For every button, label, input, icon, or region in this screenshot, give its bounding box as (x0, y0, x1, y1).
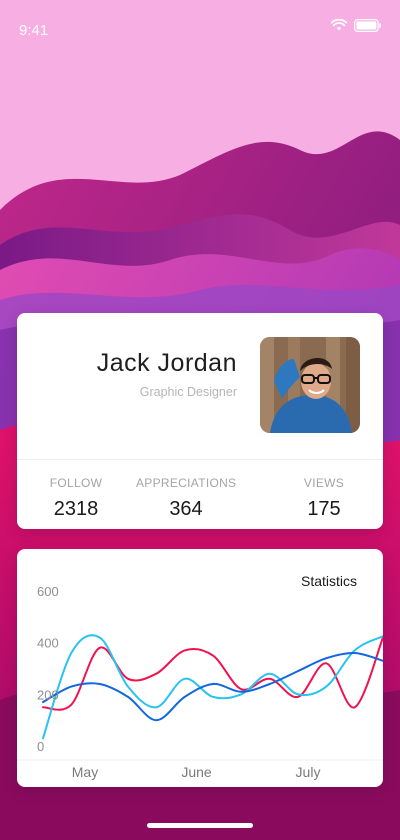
home-indicator[interactable] (147, 823, 253, 828)
series-line-2 (42, 651, 383, 722)
stat-follow[interactable]: FOLLOW 2318 (36, 476, 116, 521)
stat-value: 175 (307, 498, 341, 520)
divider (17, 459, 383, 460)
x-tick-label: May (72, 764, 98, 780)
battery-icon (354, 19, 381, 32)
y-tick-label: 400 (37, 636, 59, 651)
stat-appreciations[interactable]: APPRECIATIONS 364 (136, 476, 236, 521)
avatar[interactable] (260, 337, 360, 433)
profile-role: Graphic Designer (139, 385, 237, 399)
statistics-card: Statistics 600 400 200 0 May June July (17, 549, 383, 787)
x-tick-label: July (296, 764, 321, 780)
status-bar: 9:41 (0, 0, 400, 60)
stat-value: 2318 (53, 498, 99, 520)
profile-card: Jack Jordan Graphic Designer FOLLOW 2318… (17, 313, 383, 529)
stat-label: APPRECIATIONS (136, 476, 237, 490)
y-tick-label: 200 (37, 687, 59, 702)
x-tick-label: June (181, 764, 212, 780)
statistics-chart: 600 400 200 0 May June July (17, 584, 383, 780)
profile-name: Jack Jordan (96, 349, 237, 377)
series-line-0 (42, 636, 383, 711)
stat-views[interactable]: VIEWS 175 (284, 476, 364, 521)
stat-label: FOLLOW (49, 476, 103, 490)
y-tick-label: 0 (37, 739, 44, 754)
stat-value: 364 (169, 498, 203, 520)
y-tick-label: 600 (37, 584, 59, 599)
stat-label: VIEWS (303, 476, 345, 490)
status-time: 9:41 (19, 22, 49, 39)
wifi-icon (331, 19, 347, 31)
avatar-photo (260, 337, 360, 433)
series-line-1 (42, 634, 383, 740)
